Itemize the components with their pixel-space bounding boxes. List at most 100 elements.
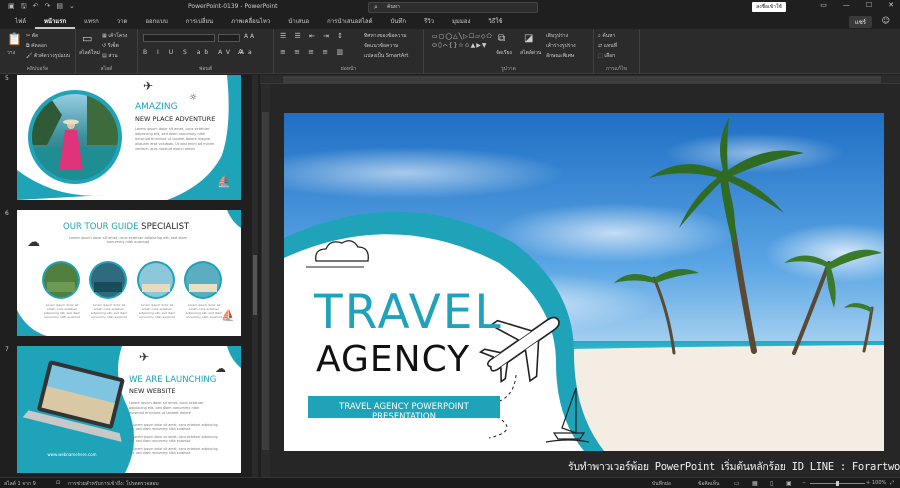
notes-button[interactable]: บันทึกย่อ [652,480,671,488]
sign-in-button[interactable]: ลงชื่อเข้าใช้ [752,2,786,12]
close-icon[interactable]: ✕ [888,1,894,9]
customize-toolbar-icon[interactable]: ⌄ [69,2,75,13]
tab-design[interactable]: ออกแบบ [136,15,176,29]
start-slideshow-icon[interactable]: ▤ [56,2,63,13]
slideshow-view-icon[interactable]: ▣ [786,480,792,487]
clipboard-group: 📋 วาง ✂ ตัด ⧉ คัดลอก 🖌 ตัวคัดวางรูปแบบ ค… [0,29,76,74]
comments-button[interactable]: ข้อคิดเห็น [698,480,719,488]
tab-view[interactable]: มุมมอง [443,15,479,29]
font-name-select[interactable] [143,34,215,42]
replace-button[interactable]: ⇄ แทนที่ [598,42,617,50]
shape-fill-button[interactable]: เติมรูปร่าง [546,32,568,40]
slide-sorter-icon[interactable]: ▦ [752,480,758,487]
text-direction-button[interactable]: ทิศทางของข้อความ [364,32,407,40]
zoom-out-icon[interactable]: − [802,480,806,486]
accessibility-status[interactable]: การช่วยสำหรับการเข้าถึง: โปรดตรวจสอบ [68,480,159,488]
tab-transitions[interactable]: การเปลี่ยน [177,15,222,29]
new-slide-button[interactable]: สไลด์ใหม่ [79,49,100,57]
tab-file[interactable]: ไฟล์ [6,15,35,29]
guide-caption: Lorem ipsum dolor sit amet, cons ectetue… [90,303,128,319]
window-controls: ▭ — ☐ ✕ [820,1,894,9]
main-title-agency[interactable]: AGENCY [316,339,470,380]
scrollbar-thumb[interactable] [253,255,257,315]
shape-outline-button[interactable]: เค้าร่างรูปร่าง [546,42,576,50]
save-icon[interactable]: 🖫 [21,2,27,13]
autosave-icon[interactable]: ▣ [8,2,15,13]
copy-label: คัดลอก [31,43,47,49]
watermark-text: รับทำพาวเวอร์พ้อย PowerPoint เริ่มต้นหลั… [568,461,900,473]
zoom-level[interactable]: 100% [872,480,886,486]
copy-button[interactable]: ⧉ คัดลอก [26,42,47,50]
font-label: ฟอนต์ [198,66,213,72]
normal-view-icon[interactable]: ▭ [734,480,740,487]
format-painter-button[interactable]: 🖌 ตัวคัดวางรูปแบบ [26,52,70,60]
slide-thumbnail-7[interactable]: WE ARE LAUNCHING NEW WEBSITE Lorem ipsum… [17,346,241,473]
layout-label: เค้าโครง [108,33,128,39]
tab-present[interactable]: นำเสนอ [279,15,318,29]
redo-icon[interactable]: ↷ [44,2,50,13]
cut-button[interactable]: ✂ ตัด [26,32,38,40]
shape-effects-button[interactable]: ลักษณะพิเศษ [546,52,574,60]
share-button[interactable]: แชร์ [848,16,872,28]
align-text-button[interactable]: จัดแนวข้อความ [364,42,398,50]
font-color-icon[interactable]: A [238,48,243,56]
airplane-icon: ✈ [143,79,154,93]
slide-5-body: Lorem ipsum dolor sit amet, cons ectetue… [135,127,215,151]
sailboat-icon: ⛵ [217,175,231,188]
quick-styles-icon[interactable]: ◪ [524,33,533,44]
tab-review[interactable]: รีวิว [415,15,443,29]
main-title-travel[interactable]: TRAVEL [314,285,503,340]
bullet-item: ✧ Lorem ipsum dolor sit amet, cons ectet… [129,447,218,455]
arrange-icon[interactable]: ⧉ [498,33,505,44]
slide-6-title: OUR TOUR GUIDE SPECIALIST [63,222,189,232]
undo-icon[interactable]: ↶ [33,2,39,13]
font-size-select[interactable] [218,34,240,42]
tab-help[interactable]: วิธีใช้ [479,15,511,29]
language-icon[interactable]: ⊡ [56,480,60,486]
feedback-icon[interactable]: ☺ [882,16,890,25]
list-buttons[interactable]: ☰ ☰ ⇤ ⇥ ↕ [280,32,346,40]
find-label: ค้นหา [602,33,616,39]
tab-insert[interactable]: แทรก [75,15,108,29]
tab-slideshow[interactable]: การนำเสนอสไลด์ [318,15,381,29]
thumbnail-scrollbar[interactable] [252,75,258,477]
airplane-icon: ✈ [139,350,150,364]
new-slide-icon[interactable]: ▭ [82,32,92,45]
slide-5-subtitle: NEW PLACE ADVENTURE [135,115,216,123]
zoom-slider-thumb[interactable] [836,481,839,486]
align-buttons[interactable]: ≡ ≡ ≡ ≡ ▥ [280,48,346,56]
minimize-icon[interactable]: — [843,1,850,9]
zoom-in-icon[interactable]: + [866,480,870,486]
shapes-gallery[interactable]: ▭▢◯△╲▷☐▱◇⬠ ⬭⬯⌒{}☆✩▲▶▼ [432,32,492,58]
tab-animations[interactable]: ภาพเคลื่อนไหว [222,15,279,29]
guide-caption: Lorem ipsum dolor sit amet, cons ectetue… [43,303,81,319]
title-bar: ▣ 🖫 ↶ ↷ ▤ ⌄ PowerPoint-0139 - PowerPoint… [0,0,900,15]
sailboat-icon: ⛵ [221,309,235,322]
ribbon-display-icon[interactable]: ▭ [820,1,827,9]
reset-button[interactable]: ↺ รีเซ็ต [102,42,119,50]
tab-home[interactable]: หน้าแรก [34,15,76,29]
section-button[interactable]: ▤ ส่วน [102,52,118,60]
maximize-icon[interactable]: ☐ [866,1,872,9]
sun-icon: ☼ [189,93,198,103]
smartart-button[interactable]: แปลงเป็น SmartArt [364,52,408,60]
find-button[interactable]: ⌕ ค้นหา [598,32,615,40]
font-grow-icon[interactable]: A A [244,33,254,40]
tab-draw[interactable]: วาด [108,15,137,29]
main-slide[interactable]: TRAVEL AGENCY TRAVEL AGENCY POWERPOINT P… [284,113,884,451]
slide-thumbnail-5[interactable]: AMAZING NEW PLACE ADVENTURE Lorem ipsum … [17,75,241,200]
tab-record[interactable]: บันทึก [382,15,416,29]
vertical-ruler [261,84,270,478]
select-button[interactable]: ⬚ เลือก [598,52,615,60]
paste-button[interactable]: วาง [7,49,15,57]
paste-icon[interactable]: 📋 [7,32,22,46]
quick-styles-button[interactable]: สไตล์ด่วน [520,49,541,57]
arrange-button[interactable]: จัดเรียง [496,49,512,57]
main-banner-text[interactable]: TRAVEL AGENCY POWERPOINT PRESENTATION [308,402,500,422]
slide-thumbnail-6[interactable]: OUR TOUR GUIDE SPECIALIST Lorem ipsum do… [17,210,241,336]
search-box[interactable]: ⌕ ค้นหา [368,2,538,13]
fit-slide-icon[interactable]: ⤢ [890,480,894,486]
layout-button[interactable]: ▦ เค้าโครง [102,32,127,40]
editing-label: การแก้ไข [606,66,627,72]
reading-view-icon[interactable]: ▯ [770,480,773,487]
